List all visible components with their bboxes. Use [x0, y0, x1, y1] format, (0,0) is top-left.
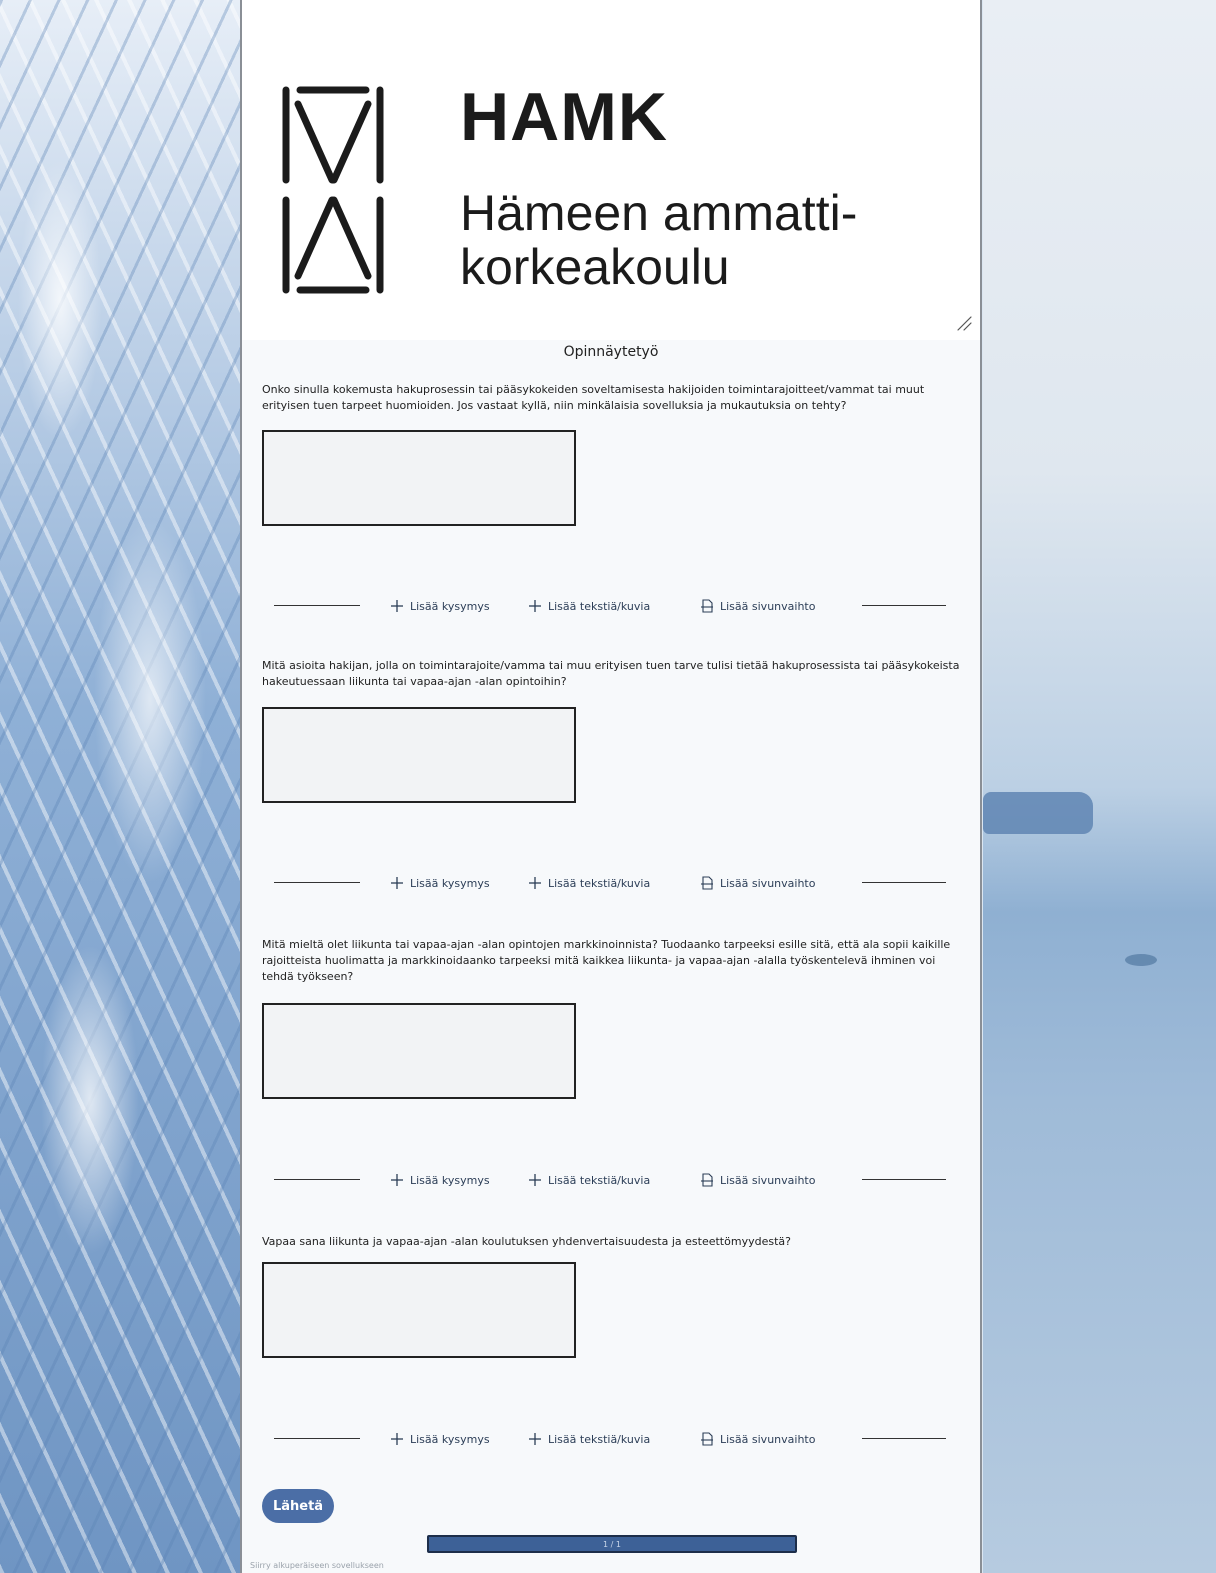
insert-toolbar-3: Lisää kysymys Lisää tekstiä/kuvia Lisää …	[274, 1170, 946, 1190]
add-text-image-label: Lisää tekstiä/kuvia	[548, 1432, 651, 1446]
add-page-break-button[interactable]: Lisää sivunvaihto	[700, 873, 815, 893]
divider-line	[274, 1438, 360, 1439]
plus-icon	[391, 1433, 403, 1445]
answer-4-textbox[interactable]	[262, 1262, 576, 1358]
add-text-image-label: Lisää tekstiä/kuvia	[548, 599, 651, 613]
add-question-button[interactable]: Lisää kysymys	[390, 1429, 490, 1449]
add-text-image-button[interactable]: Lisää tekstiä/kuvia	[528, 1170, 650, 1190]
add-page-break-button[interactable]: Lisää sivunvaihto	[700, 596, 815, 616]
plus-icon	[529, 1433, 541, 1445]
add-text-image-label: Lisää tekstiä/kuvia	[548, 1173, 651, 1187]
divider-line	[274, 882, 360, 883]
footer-note[interactable]: Siirry alkuperäiseen sovellukseen	[250, 1561, 384, 1570]
question-1-text: Onko sinulla kokemusta hakuprosessin tai…	[262, 383, 925, 412]
plus-icon	[391, 600, 403, 612]
plus-icon	[529, 877, 541, 889]
page-break-icon	[701, 1173, 713, 1187]
hamk-logo-mark	[282, 86, 384, 294]
add-question-button[interactable]: Lisää kysymys	[390, 873, 490, 893]
insert-toolbar-1: Lisää kysymys Lisää tekstiä/kuvia Lisää …	[274, 596, 946, 616]
background-frozen-lake	[983, 0, 1216, 1573]
add-page-break-label: Lisää sivunvaihto	[720, 1173, 816, 1187]
question-2-text: Mitä asioita hakijan, jolla on toimintar…	[262, 659, 960, 688]
add-text-image-button[interactable]: Lisää tekstiä/kuvia	[528, 1429, 650, 1449]
submit-button[interactable]: Lähetä	[262, 1489, 334, 1523]
add-question-label: Lisää kysymys	[410, 1173, 490, 1187]
answer-1-textbox[interactable]	[262, 430, 576, 526]
brand-subtitle-line1: Hämeen ammatti-	[460, 185, 858, 241]
page-indicator: 1 / 1	[427, 1535, 797, 1553]
answer-3-textbox[interactable]	[262, 1003, 576, 1099]
page-break-icon	[701, 1432, 713, 1446]
add-text-image-button[interactable]: Lisää tekstiä/kuvia	[528, 596, 650, 616]
plus-icon	[529, 600, 541, 612]
add-page-break-label: Lisää sivunvaihto	[720, 876, 816, 890]
divider-line	[862, 1179, 946, 1180]
add-question-button[interactable]: Lisää kysymys	[390, 596, 490, 616]
add-page-break-button[interactable]: Lisää sivunvaihto	[700, 1170, 815, 1190]
insert-toolbar-2: Lisää kysymys Lisää tekstiä/kuvia Lisää …	[274, 873, 946, 893]
question-4-text: Vapaa sana liikunta ja vapaa-ajan -alan …	[262, 1235, 791, 1248]
add-question-label: Lisää kysymys	[410, 876, 490, 890]
add-question-label: Lisää kysymys	[410, 599, 490, 613]
divider-line	[274, 605, 360, 606]
add-question-label: Lisää kysymys	[410, 1432, 490, 1446]
add-text-image-button[interactable]: Lisää tekstiä/kuvia	[528, 873, 650, 893]
page-break-icon	[701, 599, 713, 613]
brand-subtitle-line2: korkeakoulu	[460, 239, 730, 295]
plus-icon	[529, 1174, 541, 1186]
add-page-break-label: Lisää sivunvaihto	[720, 599, 816, 613]
question-3-text: Mitä mieltä olet liikunta tai vapaa-ajan…	[262, 938, 951, 983]
background-frosted-trees	[0, 0, 240, 1573]
brand-name: HAMK	[460, 79, 668, 155]
background-rock	[1125, 954, 1157, 966]
divider-line	[274, 1179, 360, 1180]
form-panel: HAMK Hämeen ammatti- korkeakoulu Opinnäy…	[240, 0, 982, 1573]
add-page-break-button[interactable]: Lisää sivunvaihto	[700, 1429, 815, 1449]
add-question-button[interactable]: Lisää kysymys	[390, 1170, 490, 1190]
plus-icon	[391, 877, 403, 889]
resize-grip-icon[interactable]	[955, 314, 973, 332]
brand-subtitle: Hämeen ammatti- korkeakoulu	[460, 186, 930, 294]
answer-2-textbox[interactable]	[262, 707, 576, 803]
add-page-break-label: Lisää sivunvaihto	[720, 1432, 816, 1446]
page-break-icon	[701, 876, 713, 890]
logo-header: HAMK Hämeen ammatti- korkeakoulu	[242, 0, 980, 340]
form-title: Opinnäytetyö	[563, 344, 659, 360]
plus-icon	[391, 1174, 403, 1186]
divider-line	[862, 882, 946, 883]
background-island	[983, 792, 1093, 834]
divider-line	[862, 1438, 946, 1439]
add-text-image-label: Lisää tekstiä/kuvia	[548, 876, 651, 890]
insert-toolbar-4: Lisää kysymys Lisää tekstiä/kuvia Lisää …	[274, 1429, 946, 1449]
divider-line	[862, 605, 946, 606]
